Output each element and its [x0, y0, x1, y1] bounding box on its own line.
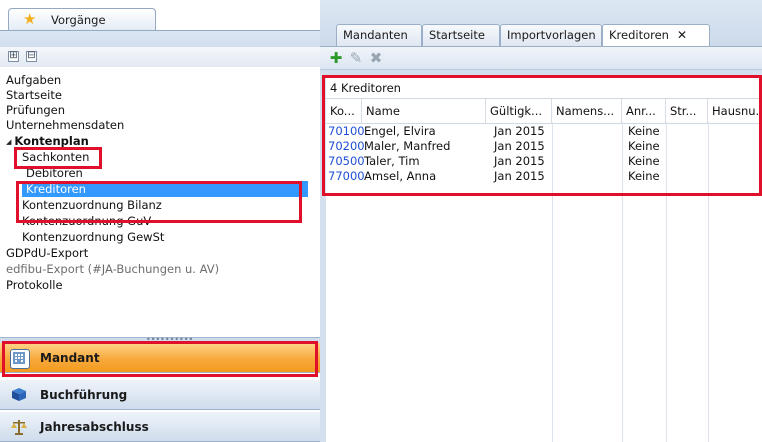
table-row[interactable]: 70200 Maler, Manfred Jan 2015 Keine: [326, 139, 762, 154]
table-row[interactable]: 77000 Amsel, Anna Jan 2015 Keine: [326, 169, 762, 184]
tab-mandanten[interactable]: Mandanten: [336, 24, 422, 46]
grid-toolbar: ✚ ✎ ✖: [320, 46, 762, 70]
cell-kontonummer: 77000: [328, 169, 365, 183]
table-row[interactable]: 70500 Taler, Tim Jan 2015 Keine: [326, 154, 762, 169]
close-icon[interactable]: ✕: [677, 28, 687, 42]
cell-anrede: Keine: [628, 139, 660, 153]
cell-kontonummer: 70200: [328, 139, 365, 153]
nav-button-mandant-label: Mandant: [40, 351, 100, 365]
expand-all-icon[interactable]: ⊞: [8, 51, 19, 62]
nav-button-jahresabschluss[interactable]: Jahresabschluss: [0, 412, 320, 442]
tree-item-kontenzuordnung-gewst[interactable]: Kontenzuordnung GewSt: [22, 229, 164, 245]
expanded-triangle-icon[interactable]: ◢: [6, 138, 11, 146]
tree-item-kontenzuordnung-bilanz[interactable]: Kontenzuordnung Bilanz: [22, 197, 162, 213]
scales-icon: [10, 418, 28, 436]
delete-icon[interactable]: ✖: [368, 50, 384, 66]
column-header-gueltigkeit[interactable]: Gültigk...: [486, 99, 552, 123]
tree-toolbar: ⊞ ⊟: [0, 30, 320, 67]
tree-item-edfibu-export: edfibu-Export (#JA-Buchungen u. AV): [6, 262, 220, 276]
cell-name: Maler, Manfred: [364, 139, 451, 153]
cell-kontonummer: 70100: [328, 124, 365, 138]
cell-kontonummer: 70500: [328, 154, 365, 168]
main-panel: Mandanten Startseite Importvorlagen Kred…: [320, 0, 762, 442]
tab-kreditoren-label: Kreditoren: [609, 28, 669, 42]
plus-icon[interactable]: ✚: [328, 50, 344, 66]
cell-name: Engel, Elvira: [364, 124, 436, 138]
grid-title: 4 Kreditoren: [330, 81, 401, 95]
tree-item-gdpdu-export[interactable]: GDPdU-Export: [6, 245, 88, 261]
nav-button-buchfuehrung[interactable]: Buchführung: [0, 380, 320, 410]
cell-anrede: Keine: [628, 154, 660, 168]
column-header-hausnummer[interactable]: Hausnu...: [708, 99, 762, 123]
column-header-anrede[interactable]: Anr...: [622, 99, 666, 123]
tree-item-kontenplan[interactable]: ◢ Kontenplan: [6, 133, 89, 149]
cell-gueltigkeit: Jan 2015: [494, 154, 545, 168]
building-icon: [10, 349, 30, 369]
grid-header: Ko... Name Gültigk... Namens... Anr... S…: [326, 98, 762, 124]
tab-vorgaenge[interactable]: ★ Vorgänge: [8, 8, 156, 30]
tree-item-unternehmensdaten[interactable]: Unternehmensdaten: [6, 117, 124, 133]
nav-button-mandant[interactable]: Mandant: [0, 343, 320, 373]
tab-strip: Mandanten Startseite Importvorlagen Kred…: [320, 0, 762, 47]
tree-item-sachkonten[interactable]: Sachkonten: [22, 149, 89, 165]
collapse-all-icon[interactable]: ⊟: [26, 51, 37, 62]
column-header-kontonummer[interactable]: Ko...: [326, 99, 362, 123]
left-panel: ★ Vorgänge ⊞ ⊟ Aufgaben Startseite Prüfu…: [0, 0, 321, 442]
tab-importvorlagen[interactable]: Importvorlagen: [500, 24, 602, 46]
nav-button-jahresabschluss-label: Jahresabschluss: [40, 420, 149, 434]
column-header-name[interactable]: Name: [362, 99, 486, 123]
cell-name: Taler, Tim: [364, 154, 420, 168]
column-header-namenszusatz[interactable]: Namens...: [552, 99, 622, 123]
cell-name: Amsel, Anna: [364, 169, 437, 183]
tree-item-aufgaben[interactable]: Aufgaben: [6, 72, 61, 88]
column-header-strasse[interactable]: Str...: [666, 99, 708, 123]
tab-startseite[interactable]: Startseite: [422, 24, 500, 46]
cell-anrede: Keine: [628, 169, 660, 183]
cell-gueltigkeit: Jan 2015: [494, 124, 545, 138]
cell-gueltigkeit: Jan 2015: [494, 169, 545, 183]
tree-item-startseite[interactable]: Startseite: [6, 87, 62, 103]
table-row[interactable]: 70100 Engel, Elvira Jan 2015 Keine: [326, 124, 762, 139]
tree-item-kreditoren[interactable]: Kreditoren: [22, 181, 308, 197]
tab-kreditoren[interactable]: Kreditoren ✕: [602, 24, 710, 47]
tree-item-pruefungen[interactable]: Prüfungen: [6, 102, 65, 118]
tree-item-kontenzuordnung-guv[interactable]: Kontenzuordnung GuV: [22, 213, 151, 229]
nav-button-buchfuehrung-label: Buchführung: [40, 388, 128, 402]
cell-gueltigkeit: Jan 2015: [494, 139, 545, 153]
tree-item-debitoren[interactable]: Debitoren: [22, 165, 306, 181]
star-icon: ★: [23, 10, 37, 28]
book-icon: [10, 386, 28, 404]
tree-item-kontenplan-label: Kontenplan: [14, 134, 89, 148]
tab-vorgaenge-label: Vorgänge: [51, 13, 106, 27]
cell-anrede: Keine: [628, 124, 660, 138]
kreditoren-grid: 4 Kreditoren Ko... Name Gültigk... Namen…: [326, 76, 762, 442]
pencil-icon[interactable]: ✎: [348, 50, 364, 66]
tree-item-protokolle[interactable]: Protokolle: [6, 277, 63, 293]
